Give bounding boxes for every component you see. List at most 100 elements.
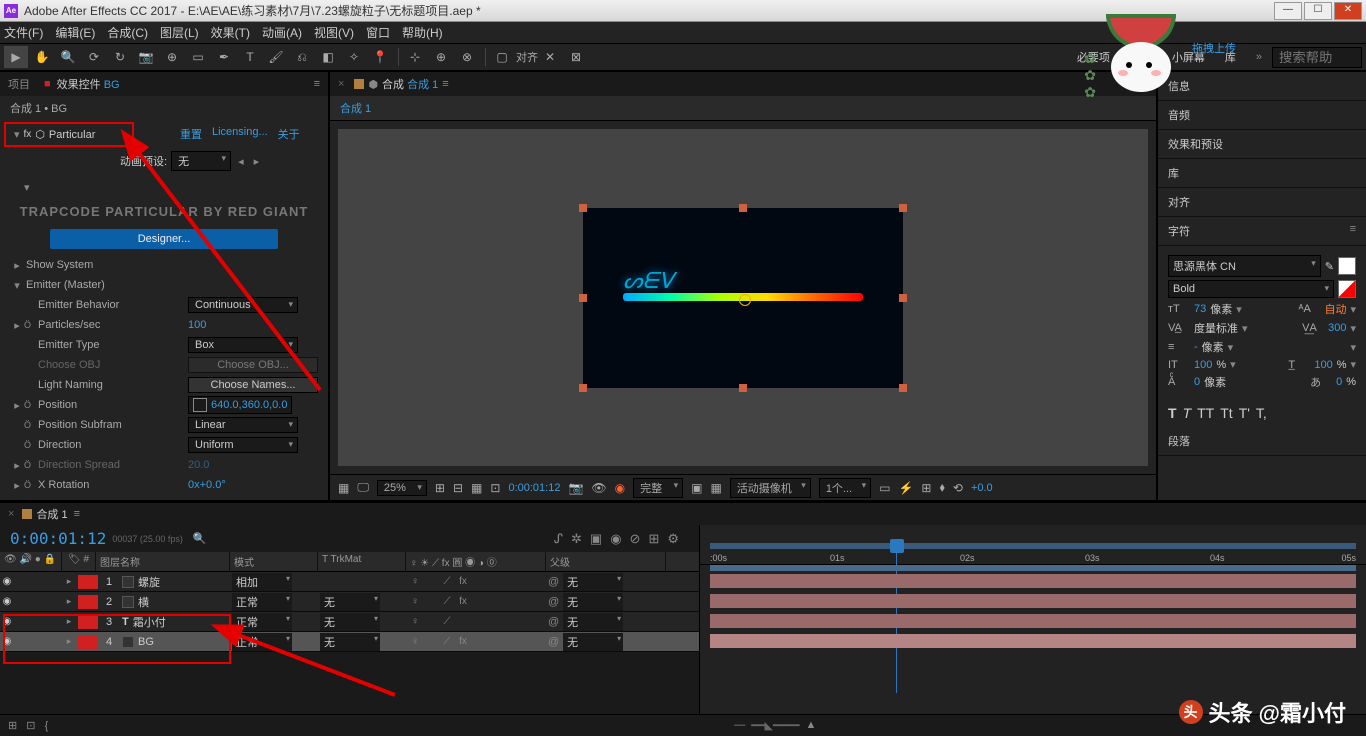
snapshot-icon[interactable]: 📷 xyxy=(568,481,583,495)
align-panel-header[interactable]: 对齐 xyxy=(1158,188,1366,217)
hand-tool[interactable]: ✋ xyxy=(30,46,54,68)
position-value[interactable]: 640.0,360.0,0.0 xyxy=(188,396,292,414)
timeline-icon[interactable]: ⊞ xyxy=(921,481,931,495)
panel-menu-icon[interactable]: ≡ xyxy=(74,508,80,520)
tsume-value[interactable]: 0 xyxy=(1336,376,1342,388)
layer-row[interactable]: ◉▸3T霜小付正常无♀⟋@无 xyxy=(0,612,699,632)
font-size-value[interactable]: 73 xyxy=(1194,303,1206,315)
time-ruler[interactable]: :00s 01s 02s 03s 04s 05s xyxy=(700,525,1366,565)
effect-licensing-link[interactable]: Licensing... xyxy=(212,126,268,142)
color-mgmt-icon[interactable]: ◉ xyxy=(615,481,625,495)
font-family-dropdown[interactable]: 思源黑体 CN xyxy=(1168,255,1321,277)
menu-view[interactable]: 视图(V) xyxy=(314,24,354,41)
show-system-param[interactable]: Show System xyxy=(24,259,318,271)
param-button[interactable]: Choose OBJ... xyxy=(188,357,318,373)
subscript-button[interactable]: T, xyxy=(1256,405,1267,421)
character-panel-header[interactable]: 字符 xyxy=(1158,217,1366,246)
param-dropdown[interactable]: Continuous xyxy=(188,297,298,313)
playhead[interactable] xyxy=(890,539,904,553)
zoom-out-icon[interactable]: — xyxy=(734,719,745,732)
param-dropdown[interactable]: Linear xyxy=(188,417,298,433)
layer-row[interactable]: ◉▸4BG正常无♀⟋fx@无 xyxy=(0,632,699,652)
fill-color-swatch[interactable] xyxy=(1338,257,1356,275)
work-area-bar[interactable] xyxy=(710,543,1356,549)
param-button[interactable]: Choose Names... xyxy=(188,377,318,393)
close-tab-icon[interactable]: × xyxy=(8,508,14,520)
snap-options-icon[interactable]: ⊠ xyxy=(564,46,588,68)
fast-preview-icon[interactable]: ⚡ xyxy=(898,481,913,495)
trkmat-header[interactable]: T TrkMat xyxy=(318,552,406,571)
minimize-button[interactable]: — xyxy=(1274,2,1302,20)
baseline-value[interactable]: 0 xyxy=(1194,376,1200,388)
bbox-handle[interactable] xyxy=(899,294,907,302)
menu-composition[interactable]: 合成(C) xyxy=(107,24,148,41)
project-tab[interactable]: 项目 xyxy=(8,76,30,92)
param-label[interactable]: Emitter Type xyxy=(36,339,188,351)
effect-controls-tab[interactable]: 效果控件 BG xyxy=(57,76,120,92)
bbox-handle[interactable] xyxy=(579,294,587,302)
pickwhip-icon[interactable]: @ xyxy=(548,616,559,628)
pickwhip-icon[interactable]: @ xyxy=(548,596,559,608)
visibility-icon[interactable]: ◉ xyxy=(0,596,14,607)
effect-reset-link[interactable]: 重置 xyxy=(180,126,202,142)
maximize-button[interactable]: ☐ xyxy=(1304,2,1332,20)
parent-dropdown[interactable]: 无 xyxy=(563,593,623,611)
puppet-tool[interactable]: 📍 xyxy=(368,46,392,68)
effects-presets-panel-header[interactable]: 效果和预设 xyxy=(1158,130,1366,159)
leading-value[interactable]: 自动 xyxy=(1324,301,1346,317)
label-color[interactable] xyxy=(78,575,98,589)
shy-icon[interactable]: ✲ xyxy=(571,531,582,547)
guides-icon[interactable]: ⊡ xyxy=(490,481,500,495)
motion-blur-icon[interactable]: ⊘ xyxy=(630,531,641,547)
bbox-handle[interactable] xyxy=(739,384,747,392)
zoom-dropdown[interactable]: 25% xyxy=(377,480,427,496)
flowchart-icon[interactable]: ⬧ xyxy=(939,480,944,495)
smallcaps-button[interactable]: Tt xyxy=(1220,405,1232,421)
always-preview-icon[interactable]: ▦ xyxy=(338,481,349,495)
toggle-switches-icon[interactable]: ⊞ xyxy=(8,720,17,732)
show-snapshot-icon[interactable]: 👁 xyxy=(591,481,606,495)
roi-icon[interactable]: ▣ xyxy=(691,481,702,495)
menu-edit[interactable]: 编辑(E) xyxy=(55,24,95,41)
layer-switches[interactable]: ♀⟋ xyxy=(408,616,548,627)
comp-canvas[interactable]: ᔕᗴᐯ xyxy=(583,208,903,388)
timeline-timecode[interactable]: 0:00:01:12 xyxy=(10,529,106,548)
comp-flow-icon[interactable]: ⬢ xyxy=(368,78,378,91)
stroke-color-swatch[interactable] xyxy=(1338,280,1356,298)
param-label[interactable]: Position xyxy=(36,399,188,411)
stroke-width-value[interactable]: - xyxy=(1194,341,1198,353)
superscript-button[interactable]: T' xyxy=(1239,405,1250,421)
twirl-icon[interactable]: ▸ xyxy=(62,616,76,627)
audio-panel-header[interactable]: 音频 xyxy=(1158,101,1366,130)
comp-tab-name[interactable]: 合成 1 xyxy=(407,76,438,92)
designer-button[interactable]: Designer... xyxy=(50,229,278,249)
view-axis-icon[interactable]: ⊗ xyxy=(455,46,479,68)
bbox-handle[interactable] xyxy=(579,204,587,212)
draft3d-icon[interactable]: ▣ xyxy=(590,531,602,547)
parent-dropdown[interactable]: 无 xyxy=(563,573,623,591)
mascot-upload-link[interactable]: 拖拽上传 xyxy=(1192,40,1236,56)
layer-row[interactable]: ◉▸2横正常无♀⟋fx@无 xyxy=(0,592,699,612)
layer-bar[interactable] xyxy=(710,574,1356,588)
menu-effect[interactable]: 效果(T) xyxy=(211,24,250,41)
label-color[interactable] xyxy=(78,635,98,649)
menu-help[interactable]: 帮助(H) xyxy=(402,24,443,41)
timeline-search-icon[interactable]: 🔍 xyxy=(193,532,207,545)
effect-particular-header[interactable]: ▾ fx ⬡ Particular xyxy=(4,122,134,147)
library-panel-header[interactable]: 库 xyxy=(1158,159,1366,188)
param-label[interactable]: Particles/sec xyxy=(36,319,188,331)
timecode-display[interactable]: 0:00:01:12 xyxy=(508,482,560,494)
param-label[interactable]: Position Subfram xyxy=(36,419,188,431)
param-value[interactable]: 20.0 xyxy=(188,459,209,471)
font-weight-dropdown[interactable]: Bold xyxy=(1168,280,1334,298)
collapse-icon[interactable]: ▾ xyxy=(24,181,304,194)
param-value[interactable]: 0x+0.0° xyxy=(188,479,226,491)
grid-icon[interactable]: ▦ xyxy=(471,481,482,495)
label-color[interactable] xyxy=(78,595,98,609)
fx-enabled-icon[interactable]: ■ xyxy=(44,78,51,90)
allcaps-button[interactable]: TT xyxy=(1197,405,1214,421)
comp-subtab[interactable]: 合成 1 xyxy=(330,96,1156,121)
res-half-icon[interactable]: ⊟ xyxy=(453,481,463,495)
bbox-handle[interactable] xyxy=(739,204,747,212)
layer-switches[interactable]: ♀⟋fx xyxy=(408,596,548,607)
